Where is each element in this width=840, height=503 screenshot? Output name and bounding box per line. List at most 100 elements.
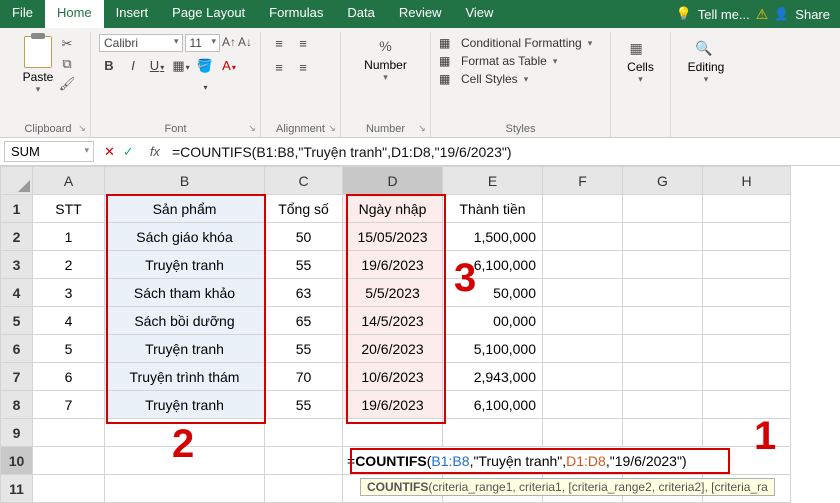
grow-font-icon[interactable]: A↑ [222,35,236,51]
font-color-button[interactable]: A▾ [219,56,239,76]
cancel-formula-icon[interactable]: ✕ [104,144,115,160]
cell[interactable]: Sách tham khảo [105,279,265,307]
col-header-B[interactable]: B [105,167,265,195]
cell[interactable]: Sản phẩm [105,195,265,223]
cell[interactable]: 19/6/2023 [343,391,443,419]
border-button[interactable]: ▦▾ [171,56,191,76]
row-header[interactable]: 7 [1,363,33,391]
cell[interactable]: 55 [265,335,343,363]
tab-view[interactable]: View [453,0,505,28]
cut-icon[interactable]: ✂ [58,36,76,52]
align-left-icon[interactable]: ≡ [269,58,289,78]
tab-insert[interactable]: Insert [104,0,161,28]
cell[interactable]: 7 [33,391,105,419]
alignment-launcher-icon[interactable]: ↘ [326,123,338,135]
font-name-combo[interactable]: Calibri [99,34,183,52]
row-header[interactable]: 9 [1,419,33,447]
cell[interactable]: 00,000 [443,307,543,335]
font-launcher-icon[interactable]: ↘ [246,123,258,135]
tab-home[interactable]: Home [45,0,104,28]
cell[interactable]: Sách bồi dưỡng [105,307,265,335]
underline-button[interactable]: U▾ [147,56,167,76]
align-center-icon[interactable]: ≡ [293,58,313,78]
select-all-corner[interactable] [1,167,33,195]
row-header[interactable]: 10 [1,447,33,475]
number-launcher-icon[interactable]: ↘ [416,123,428,135]
cell-styles-button[interactable]: ▦Cell Styles▾ [439,72,602,86]
cell[interactable]: STT [33,195,105,223]
row-header[interactable]: 5 [1,307,33,335]
cell[interactable]: 6,100,000 [443,391,543,419]
col-header-F[interactable]: F [543,167,623,195]
cell[interactable]: 65 [265,307,343,335]
col-header-E[interactable]: E [443,167,543,195]
cell[interactable]: 63 [265,279,343,307]
cell[interactable]: Truyện trình thám [105,363,265,391]
cell[interactable]: Sách giáo khóa [105,223,265,251]
italic-button[interactable]: I [123,56,143,76]
fill-color-button[interactable]: 🪣▾ [195,56,215,76]
tab-review[interactable]: Review [387,0,454,28]
cell[interactable]: 14/5/2023 [343,307,443,335]
cell[interactable]: 55 [265,391,343,419]
col-header-H[interactable]: H [703,167,791,195]
cell[interactable]: 20/6/2023 [343,335,443,363]
row-header[interactable]: 3 [1,251,33,279]
share-button[interactable]: Share [795,7,830,22]
cell[interactable]: 2,943,000 [443,363,543,391]
tab-formulas[interactable]: Formulas [257,0,335,28]
worksheet-grid[interactable]: A B C D E F G H 1 STT Sản phẩm Tổng số N… [0,166,791,503]
cell[interactable]: 1,500,000 [443,223,543,251]
format-painter-icon[interactable]: 🖌 [58,76,76,92]
col-header-G[interactable]: G [623,167,703,195]
tab-page-layout[interactable]: Page Layout [160,0,257,28]
fx-icon[interactable]: fx [144,144,166,159]
col-header-D[interactable]: D [343,167,443,195]
warning-icon[interactable]: ⚠ [756,6,769,23]
active-cell-formula[interactable]: =COUNTIFS(B1:B8,"Truyện tranh",D1:D8,"19… [343,447,791,475]
align-top-icon[interactable]: ≡ [269,34,289,54]
cell[interactable]: 15/05/2023 [343,223,443,251]
cell[interactable]: 2 [33,251,105,279]
cell[interactable]: 6 [33,363,105,391]
cell[interactable]: 19/6/2023 [343,251,443,279]
shrink-font-icon[interactable]: A↓ [238,35,252,51]
format-as-table-button[interactable]: ▦Format as Table▾ [439,54,602,68]
cell[interactable]: 4 [33,307,105,335]
number-format-button[interactable]: % Number ▾ [349,34,422,87]
cell[interactable]: Thành tiền [443,195,543,223]
copy-icon[interactable]: ⧉ [58,56,76,72]
row-header[interactable]: 2 [1,223,33,251]
font-size-combo[interactable]: 11 [185,34,220,52]
accept-formula-icon[interactable]: ✓ [123,144,134,160]
col-header-A[interactable]: A [33,167,105,195]
cell[interactable]: Truyện tranh [105,251,265,279]
bold-button[interactable]: B [99,56,119,76]
cell[interactable]: Ngày nhập [343,195,443,223]
cell[interactable]: 70 [265,363,343,391]
row-header[interactable]: 6 [1,335,33,363]
row-header[interactable]: 11 [1,475,33,503]
formula-bar-input[interactable]: =COUNTIFS(B1:B8,"Truyện tranh",D1:D8,"19… [166,142,840,162]
row-header[interactable]: 8 [1,391,33,419]
cell[interactable]: 5/5/2023 [343,279,443,307]
cell[interactable]: 5 [33,335,105,363]
align-middle-icon[interactable]: ≡ [293,34,313,54]
cell[interactable]: Tổng số [265,195,343,223]
cell[interactable]: 6,100,000 [443,251,543,279]
cell[interactable]: Truyện tranh [105,335,265,363]
col-header-C[interactable]: C [265,167,343,195]
tellme-text[interactable]: Tell me... [698,7,750,22]
name-box[interactable]: SUM [4,141,94,162]
tab-file[interactable]: File [0,0,45,28]
conditional-formatting-button[interactable]: ▦Conditional Formatting▾ [439,36,602,50]
cell[interactable]: 1 [33,223,105,251]
paste-button[interactable]: Paste ▾ [14,34,62,97]
cell[interactable]: 55 [265,251,343,279]
cell[interactable]: Truyện tranh [105,391,265,419]
row-header[interactable]: 4 [1,279,33,307]
clipboard-launcher-icon[interactable]: ↘ [76,123,88,135]
row-header-1[interactable]: 1 [1,195,33,223]
cell[interactable]: 10/6/2023 [343,363,443,391]
editing-button[interactable]: 🔍 Editing ▾ [679,34,733,85]
